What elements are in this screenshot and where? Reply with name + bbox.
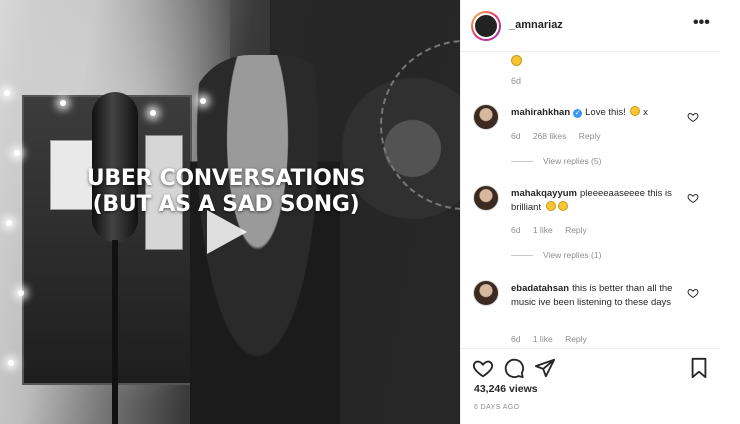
comment-meta: 6d 1 like Reply xyxy=(511,334,597,344)
avatar[interactable] xyxy=(473,185,499,211)
comment-body: mahirahkhan ✓ Love this! x xyxy=(511,106,686,120)
comment-meta: 6d 268 likes Reply xyxy=(511,131,611,141)
divider xyxy=(511,161,533,163)
heart-icon[interactable] xyxy=(687,192,699,204)
heart-icon[interactable] xyxy=(687,111,699,123)
emoji-icon xyxy=(557,201,568,211)
send-icon[interactable] xyxy=(534,357,556,379)
post-author[interactable]: _amnariaz xyxy=(509,19,563,31)
view-replies-label[interactable]: View replies (1) xyxy=(543,250,601,260)
comment-time: 6d xyxy=(511,225,521,235)
reply-button[interactable]: Reply xyxy=(565,334,587,344)
avatar[interactable] xyxy=(471,11,501,41)
bookmark-icon[interactable] xyxy=(688,357,710,379)
video-player[interactable]: UBER CONVERSATIONS (BUT AS A SAD SONG) xyxy=(0,0,460,424)
avatar[interactable] xyxy=(473,104,499,130)
comment-username[interactable]: mahirahkhan xyxy=(511,107,570,118)
comment-time: 6d xyxy=(511,334,521,344)
comment-body: ebadatahsan this is better than all the m… xyxy=(511,282,686,310)
view-replies-label[interactable]: View replies (5) xyxy=(543,156,601,166)
post-actions: 43,246 views 6 DAYS AGO xyxy=(461,348,721,424)
comment-username[interactable]: ebadatahsan xyxy=(511,283,569,294)
comment-list[interactable]: 6d mahirahkhan ✓ Love this! x 6d 268 likes… xyxy=(461,52,721,348)
verified-badge-icon: ✓ xyxy=(573,109,583,118)
comment-text-suffix: x xyxy=(643,107,648,118)
divider xyxy=(511,255,533,257)
comment-likes[interactable]: 268 likes xyxy=(533,131,567,141)
comment-likes[interactable]: 1 like xyxy=(533,225,553,235)
heart-icon[interactable] xyxy=(687,287,699,299)
comment-meta: 6d 1 like Reply xyxy=(511,225,597,235)
emoji-icon xyxy=(630,106,641,116)
video-title-line: UBER CONVERSATIONS xyxy=(86,166,366,191)
more-horizontal-icon[interactable]: ••• xyxy=(693,14,710,32)
comment-icon[interactable] xyxy=(503,357,525,379)
comment-likes[interactable]: 1 like xyxy=(533,334,553,344)
emoji-icon xyxy=(545,201,556,211)
avatar[interactable] xyxy=(473,280,499,306)
view-replies-button[interactable]: View replies (5) xyxy=(511,156,601,166)
comment-body: mahakqayyum pleeeeaaseeee this is brillia… xyxy=(511,187,686,215)
view-replies-button[interactable]: View replies (1) xyxy=(511,250,601,260)
post-sidebar: _amnariaz ••• 6d mahirahkhan ✓ Love this! … xyxy=(460,0,721,424)
play-icon[interactable] xyxy=(207,210,247,254)
post-header: _amnariaz ••• xyxy=(461,0,721,52)
page-margin xyxy=(720,0,740,424)
fairy-lights xyxy=(0,80,240,410)
comment-username[interactable]: mahakqayyum xyxy=(511,188,577,199)
post-timestamp[interactable]: 6 DAYS AGO xyxy=(474,404,520,411)
comment-text: Love this! xyxy=(585,107,626,118)
comment-time: 6d xyxy=(511,131,521,141)
reply-button[interactable]: Reply xyxy=(565,225,587,235)
emoji-icon xyxy=(511,55,522,66)
heart-icon[interactable] xyxy=(472,357,494,379)
view-count[interactable]: 43,246 views xyxy=(474,383,538,395)
reply-button[interactable]: Reply xyxy=(579,131,601,141)
comment-time: 6d xyxy=(511,76,522,86)
